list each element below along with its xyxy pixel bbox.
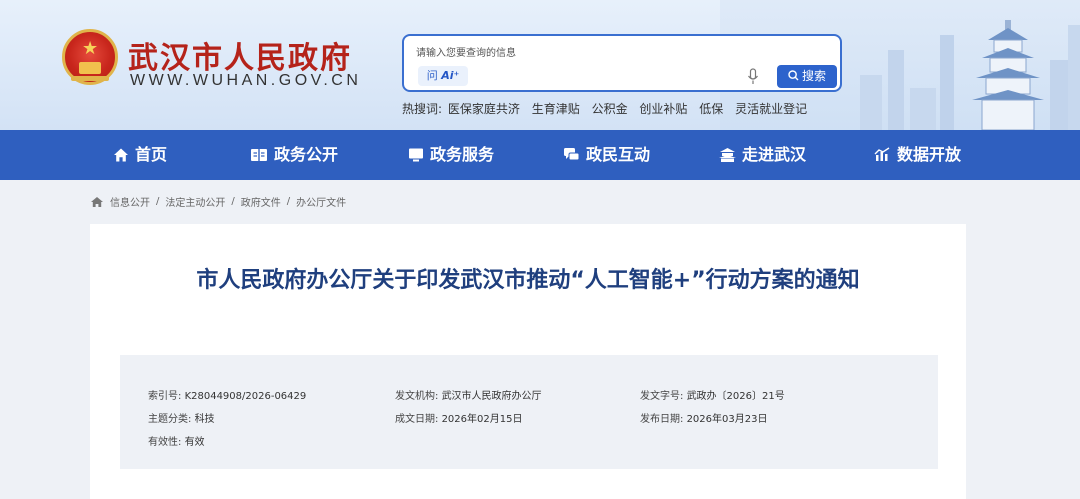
nav-item-interaction[interactable]: 政民互动 [563,130,650,180]
meta-category: 主题分类: 科技 [148,414,215,425]
search-input[interactable]: 请输入您要查询的信息 [416,44,516,59]
document-meta: 索引号: K28044908/2026-06429 发文机构: 武汉市人民政府办… [120,355,938,469]
home-icon [114,148,128,162]
open-book-icon [251,149,267,161]
meta-doc-no: 发文字号: 武政办〔2026〕21号 [640,391,785,402]
document-card: 市人民政府办公厅关于印发武汉市推动“人工智能+”行动方案的通知 索引号: K28… [90,224,966,499]
hot-search-item[interactable]: 灵活就业登记 [735,102,807,116]
ai-prefix: 问 [426,69,438,82]
landmark-icon [719,148,736,162]
site-title[interactable]: 武汉市人民政府 [128,33,352,77]
site-url[interactable]: WWW.WUHAN.GOV.CN [130,72,361,90]
hot-search-item[interactable]: 生育津贴 [532,102,580,116]
site-header: ★ 武汉市人民政府 WWW.WUHAN.GOV.CN 请输入您要查询的信息 问 … [0,0,1080,130]
hot-search-item[interactable]: 公积金 [592,102,628,116]
skyline-building [1068,25,1080,130]
monitor-icon [409,148,423,162]
meta-published-date: 发布日期: 2026年03月23日 [640,414,768,425]
skyline-building [888,50,904,130]
meta-index-no: 索引号: K28044908/2026-06429 [148,391,307,402]
search-box[interactable]: 请输入您要查询的信息 问 Ai⁺ 搜索 [402,34,842,92]
search-button-label: 搜索 [801,69,826,83]
nav-item-label: 政务公开 [274,145,339,164]
hot-search-bar: 热搜词: 医保家庭共济 生育津贴 公积金 创业补贴 低保 灵活就业登记 [402,100,815,117]
hot-search-item[interactable]: 创业补贴 [639,102,687,116]
chat-icon [564,148,580,161]
skyline-building [910,88,936,130]
nav-item-open-data[interactable]: 数据开放 [874,130,961,180]
nav-item-gov-services[interactable]: 政务服务 [408,130,494,180]
skyline-building [940,35,954,130]
document-title: 市人民政府办公厅关于印发武汉市推动“人工智能+”行动方案的通知 [196,268,860,293]
national-emblem-icon: ★ [62,29,118,85]
hot-search-label: 热搜词: [402,102,443,116]
hot-search-item[interactable]: 医保家庭共济 [448,102,520,116]
breadcrumb-separator: / [286,196,291,207]
nav-item-label: 首页 [135,145,168,164]
skyline-building [1050,60,1068,130]
breadcrumb-item[interactable]: 政府文件 [241,194,281,209]
chart-icon [874,147,890,161]
meta-validity: 有效性: 有效 [148,437,205,448]
skyline-building [860,75,882,130]
nav-item-label: 走进武汉 [742,145,807,164]
search-button[interactable]: 搜索 [777,65,837,88]
breadcrumb-item[interactable]: 办公厅文件 [296,194,346,209]
nav-item-home[interactable]: 首页 [113,130,167,180]
nav-item-explore-wuhan[interactable]: 走进武汉 [719,130,806,180]
nav-item-label: 数据开放 [897,145,962,164]
breadcrumb-item[interactable]: 法定主动公开 [165,194,225,209]
ai-label: Ai⁺ [441,69,460,82]
breadcrumb-separator: / [156,196,160,207]
nav-item-label: 政务服务 [430,145,495,164]
hot-search-item[interactable]: 低保 [699,102,723,116]
nav-item-label: 政民互动 [586,145,651,164]
ai-assistant-button[interactable]: 问 Ai⁺ [418,66,468,86]
meta-issuer: 发文机构: 武汉市人民政府办公厅 [395,391,542,402]
search-icon [788,70,799,81]
main-nav: 首页 政务公开 政务服务 政民互动 走进武汉 数据开放 [0,130,1080,180]
home-icon[interactable] [90,196,104,208]
yellow-crane-tower-icon [972,20,1044,130]
breadcrumb: 信息公开 / 法定主动公开 / 政府文件 / 办公厅文件 [90,194,346,209]
breadcrumb-item[interactable]: 信息公开 [110,194,150,209]
nav-item-gov-affairs-open[interactable]: 政务公开 [250,130,338,180]
breadcrumb-separator: / [231,196,235,207]
meta-created-date: 成文日期: 2026年02月15日 [395,414,523,425]
microphone-icon[interactable] [747,68,759,86]
